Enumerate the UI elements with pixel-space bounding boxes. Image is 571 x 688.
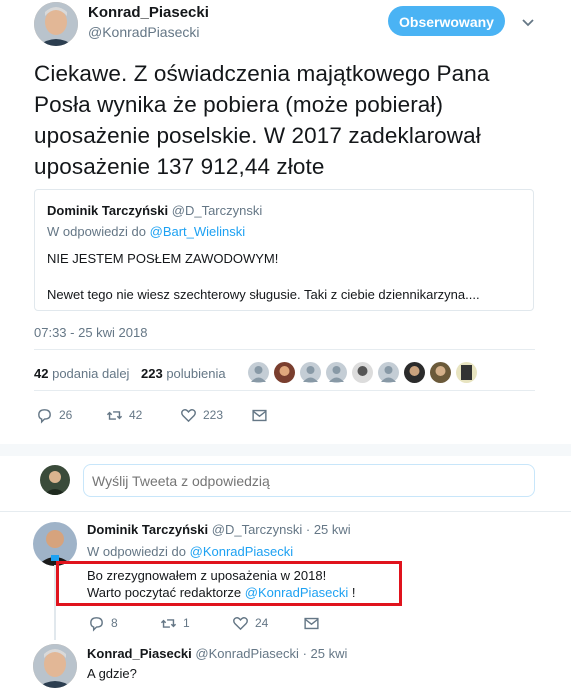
reply-action[interactable]: 26 — [36, 404, 72, 426]
quoted-tweet[interactable]: Dominik Tarczyński @D_Tarczynski W odpow… — [34, 189, 534, 311]
reply-author-handle[interactable]: @D_Tarczynski — [212, 522, 303, 537]
quoted-text-line: NIE JESTEM POSŁEM ZAWODOWYM! — [47, 251, 279, 266]
message-action[interactable] — [251, 404, 268, 426]
current-user-avatar — [40, 465, 70, 495]
reply-author-handle[interactable]: @KonradPiasecki — [195, 646, 299, 661]
reply-count: 8 — [111, 616, 118, 630]
liker-avatar[interactable] — [456, 362, 477, 383]
author-avatar[interactable] — [34, 2, 78, 46]
reply-to-prefix: W odpowiedzi do — [87, 544, 186, 559]
like-action[interactable]: 223 — [180, 404, 223, 426]
retweet-count: 42 — [129, 408, 143, 422]
like-count: 223 — [141, 366, 163, 381]
reply-to-link[interactable]: @KonradPiasecki — [190, 544, 294, 559]
following-button[interactable]: Obserwowany — [388, 6, 505, 36]
liker-avatar[interactable] — [274, 362, 295, 383]
quoted-author-name: Dominik Tarczyński — [47, 203, 169, 218]
liker-avatar[interactable] — [378, 362, 399, 383]
retweet-action[interactable]: 42 — [106, 404, 142, 426]
envelope-icon — [252, 409, 267, 421]
retweet-stats-label: podania dalej — [52, 366, 130, 381]
heart-icon — [233, 616, 248, 630]
liker-avatar[interactable] — [352, 362, 373, 383]
tweet-timestamp[interactable]: 07:33 - 25 kwi 2018 — [34, 325, 147, 340]
reply-input[interactable] — [83, 464, 535, 497]
retweet-action[interactable]: 1 — [160, 612, 190, 634]
reply-to-link[interactable]: @Bart_Wielinski — [150, 224, 246, 239]
reply-author-name[interactable]: Dominik Tarczyński — [87, 522, 208, 537]
liker-avatar[interactable] — [300, 362, 321, 383]
reply-icon — [38, 408, 51, 424]
liker-avatar[interactable] — [248, 362, 269, 383]
author-handle[interactable]: @KonradPiasecki — [88, 24, 200, 40]
reply-icon — [90, 616, 103, 632]
reply-time[interactable]: · 25 kwi — [303, 646, 348, 661]
tweet-text-line: uposażenie 137 912,44 złote — [34, 154, 325, 179]
liker-avatar[interactable] — [430, 362, 451, 383]
author-name[interactable]: Konrad_Piasecki — [88, 4, 209, 21]
reply-author-name[interactable]: Konrad_Piasecki — [87, 646, 192, 661]
like-count-action: 223 — [203, 408, 224, 422]
reply-text: A gdzie? — [87, 666, 137, 681]
retweet-count: 42 — [34, 366, 49, 381]
like-action[interactable]: 24 — [232, 612, 268, 634]
tweet-text-line: Posła wynika że pobiera (może pobierał) — [34, 92, 444, 117]
tweet-text-line: uposażenie poselskie. W 2017 zadeklarowa… — [34, 123, 481, 148]
quoted-author-handle: @D_Tarczynski — [171, 203, 263, 218]
message-action[interactable] — [303, 612, 320, 634]
like-stats-label: polubienia — [166, 366, 226, 381]
tweet-text: Ciekawe. Z oświadczenia majątkowego Pana… — [34, 58, 534, 182]
divider — [34, 349, 535, 350]
reply-to-prefix: W odpowiedzi do — [47, 224, 146, 239]
reply-author-avatar[interactable] — [33, 644, 77, 688]
retweet-icon — [106, 410, 123, 420]
retweet-stats[interactable]: 42 podania dalej — [34, 366, 129, 381]
heart-icon — [181, 408, 196, 422]
divider — [34, 390, 535, 391]
reply-count: 26 — [59, 408, 73, 422]
chevron-down-icon[interactable] — [522, 16, 534, 28]
divider — [0, 511, 571, 512]
reply-author-avatar[interactable] — [33, 522, 77, 566]
like-stats[interactable]: 223 polubienia — [141, 366, 226, 381]
tweet-text-line: Ciekawe. Z oświadczenia majątkowego Pana — [34, 61, 490, 86]
reply-time[interactable]: · 25 kwi — [306, 522, 351, 537]
highlight-annotation — [56, 561, 402, 606]
reply-action[interactable]: 8 — [88, 612, 118, 634]
retweet-icon — [160, 618, 177, 628]
liker-avatar[interactable] — [326, 362, 347, 383]
quoted-text-line: Newet tego nie wiesz szechterowy sługusi… — [47, 287, 480, 302]
retweet-count: 1 — [183, 616, 190, 630]
like-count: 24 — [255, 616, 269, 630]
envelope-icon — [304, 617, 319, 629]
liker-avatar[interactable] — [404, 362, 425, 383]
section-separator — [0, 444, 571, 456]
